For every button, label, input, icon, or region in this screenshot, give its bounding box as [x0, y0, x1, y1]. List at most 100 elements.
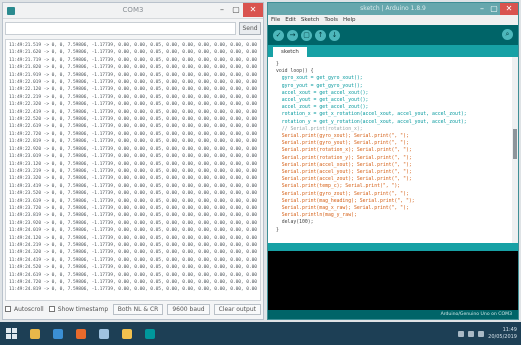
serial-line: 11:49:24.320 -> 0, 0, 7.59806, -1.17739,… — [9, 250, 257, 256]
maximize-icon[interactable]: ▢ — [488, 3, 500, 15]
timestamp-checkbox[interactable] — [48, 306, 55, 312]
code-line: accel_xout = get_accel_xout(); — [276, 90, 369, 96]
code-line: gyro_xout = get_gyro_xout(); — [276, 76, 363, 82]
code-line: void loop() { — [276, 69, 314, 75]
battery-icon[interactable] — [478, 330, 485, 337]
code-line: Serial.print(gyro_zout); Serial.print(",… — [276, 191, 409, 197]
browser-icon — [122, 328, 132, 339]
serial-line: 11:49:23.520 -> 0, 0, 7.59806, -1.17739,… — [9, 191, 257, 197]
ide-titlebar[interactable]: sketch | Arduino 1.8.9 – ▢ ✕ — [268, 3, 518, 15]
serial-line: 11:49:24.619 -> 0, 0, 7.59806, -1.17739,… — [9, 272, 257, 278]
network-icon[interactable] — [458, 330, 465, 337]
code-line: rotation_y = get_y_rotation(accel_xout, … — [276, 119, 467, 125]
serial-line: 11:49:21.620 -> 0, 0, 7.59806, -1.17739,… — [9, 50, 257, 56]
code-line: } — [276, 62, 279, 67]
code-line: Serial.print(temp_c); Serial.print(", ")… — [276, 184, 401, 190]
taskbar-app-store[interactable] — [48, 324, 68, 343]
minimize-icon[interactable]: – — [476, 3, 488, 15]
serial-send-input[interactable] — [5, 22, 236, 35]
verify-icon[interactable]: ✓ — [273, 29, 284, 41]
tab-sketch[interactable]: sketch — [273, 47, 307, 57]
menu-edit[interactable]: Edit — [285, 15, 296, 25]
serial-line: 11:49:22.619 -> 0, 0, 7.59806, -1.17739,… — [9, 124, 257, 130]
serial-monitor-icon[interactable]: ⌕ — [502, 29, 513, 40]
upload-icon[interactable]: → — [287, 29, 298, 41]
editor-scrollbar[interactable] — [512, 57, 518, 243]
message-bar — [268, 243, 518, 251]
code-editor[interactable]: } void loop() { gyro_xout = get_gyro_xout… — [268, 57, 512, 243]
scrollbar-thumb[interactable] — [513, 129, 517, 159]
serial-line: 11:49:22.219 -> 0, 0, 7.59806, -1.17739,… — [9, 94, 257, 100]
arduino-icon — [145, 328, 155, 339]
autoscroll-checkbox[interactable] — [5, 306, 11, 312]
serial-line: 11:49:24.419 -> 0, 0, 7.59806, -1.17739,… — [9, 257, 257, 263]
save-icon[interactable]: ↓ — [329, 29, 340, 41]
serial-line: 11:49:22.920 -> 0, 0, 7.59806, -1.17739,… — [9, 146, 257, 152]
start-button[interactable] — [0, 322, 22, 345]
baud-select[interactable]: 9600 baud — [167, 303, 210, 315]
serial-line: 11:49:23.720 -> 0, 0, 7.59806, -1.17739,… — [9, 205, 257, 211]
taskbar-app-office[interactable] — [71, 324, 91, 343]
menu-help[interactable]: Help — [343, 15, 356, 25]
code-line: Serial.print(accel_zout); Serial.print("… — [276, 177, 412, 183]
menu-sketch[interactable]: Sketch — [301, 15, 320, 25]
serial-titlebar[interactable]: COM3 – ▢ ✕ — [3, 3, 263, 19]
desktop: COM3 – ▢ ✕ Send 11:49:21.519 -> 0, 0, 7.… — [0, 0, 521, 345]
send-button[interactable]: Send — [239, 22, 261, 35]
serial-line: 11:49:23.219 -> 0, 0, 7.59806, -1.17739,… — [9, 168, 257, 174]
serial-line: 11:49:23.619 -> 0, 0, 7.59806, -1.17739,… — [9, 198, 257, 204]
ide-window-controls: – ▢ ✕ — [476, 3, 518, 15]
code-line: accel_yout = get_accel_yout(); — [276, 98, 369, 104]
code-line: Serial.print(mag_heading); Serial.print(… — [276, 198, 415, 204]
close-icon[interactable]: ✕ — [500, 3, 518, 15]
minimize-icon[interactable]: – — [215, 3, 229, 17]
serial-line: 11:49:24.219 -> 0, 0, 7.59806, -1.17739,… — [9, 242, 257, 248]
clear-output-button[interactable]: Clear output — [213, 303, 261, 315]
serial-line: 11:49:22.320 -> 0, 0, 7.59806, -1.17739,… — [9, 102, 257, 108]
open-icon[interactable]: ↑ — [315, 29, 326, 41]
code-line: } — [276, 227, 279, 233]
line-ending-select[interactable]: Both NL & CR — [112, 303, 164, 315]
serial-output[interactable]: 11:49:21.519 -> 0, 0, 7.59806, -1.17739,… — [5, 39, 261, 301]
taskbar: 11:49 20/05/2019 — [0, 322, 521, 345]
code-line: Serial.print(accel_yout); Serial.print("… — [276, 170, 412, 176]
clock-time: 11:49 — [502, 326, 517, 333]
serial-line: 11:49:24.019 -> 0, 0, 7.59806, -1.17739,… — [9, 228, 257, 234]
ide-toolbar: ✓ → ▢ ↑ ↓ ⌕ — [268, 25, 518, 45]
output-console[interactable] — [268, 251, 518, 311]
menu-tools[interactable]: Tools — [324, 15, 338, 25]
serial-monitor-window: COM3 – ▢ ✕ Send 11:49:21.519 -> 0, 0, 7.… — [2, 2, 264, 320]
ide-tabs: sketch — [268, 45, 518, 57]
volume-icon[interactable] — [468, 330, 475, 337]
board-status: Arduino/Genuino Uno on COM3 — [268, 310, 518, 319]
code-line: Serial.println(mag_y_raw); — [276, 213, 357, 219]
code-line: Serial.print(rotation_x); Serial.print("… — [276, 148, 412, 154]
menu-file[interactable]: File — [271, 15, 280, 25]
serial-line: 11:49:23.920 -> 0, 0, 7.59806, -1.17739,… — [9, 220, 257, 226]
code-line: rotation_x = get_x_rotation(accel_xout, … — [276, 112, 467, 118]
serial-line: 11:49:23.120 -> 0, 0, 7.59806, -1.17739,… — [9, 161, 257, 167]
autoscroll-label: Autoscroll — [14, 305, 44, 313]
code-line: Serial.print(mag_x_raw); Serial.print(",… — [276, 206, 409, 212]
clock[interactable]: 11:49 20/05/2019 — [488, 327, 517, 341]
serial-line: 11:49:24.819 -> 0, 0, 7.59806, -1.17739,… — [9, 287, 257, 293]
taskbar-app-photos[interactable] — [94, 324, 114, 343]
timestamp-label: Show timestamp — [57, 305, 109, 313]
serial-line: 11:49:23.819 -> 0, 0, 7.59806, -1.17739,… — [9, 213, 257, 219]
taskbar-app-arduino[interactable] — [140, 324, 160, 343]
taskbar-app-browser[interactable] — [117, 324, 137, 343]
new-icon[interactable]: ▢ — [301, 29, 312, 41]
code-line: gyro_yout = get_gyro_yout(); — [276, 83, 363, 89]
serial-line: 11:49:23.019 -> 0, 0, 7.59806, -1.17739,… — [9, 154, 257, 160]
serial-line: 11:49:24.520 -> 0, 0, 7.59806, -1.17739,… — [9, 265, 257, 271]
maximize-icon[interactable]: ▢ — [229, 3, 243, 17]
close-icon[interactable]: ✕ — [243, 3, 263, 17]
serial-line: 11:49:23.320 -> 0, 0, 7.59806, -1.17739,… — [9, 176, 257, 182]
serial-line: 11:49:23.419 -> 0, 0, 7.59806, -1.17739,… — [9, 183, 257, 189]
file-explorer-icon — [30, 328, 40, 339]
photos-icon — [99, 328, 109, 339]
send-row: Send — [5, 22, 261, 35]
code-line: delay(100); — [276, 220, 314, 226]
office-icon — [76, 328, 86, 339]
taskbar-app-file-explorer[interactable] — [25, 324, 45, 343]
